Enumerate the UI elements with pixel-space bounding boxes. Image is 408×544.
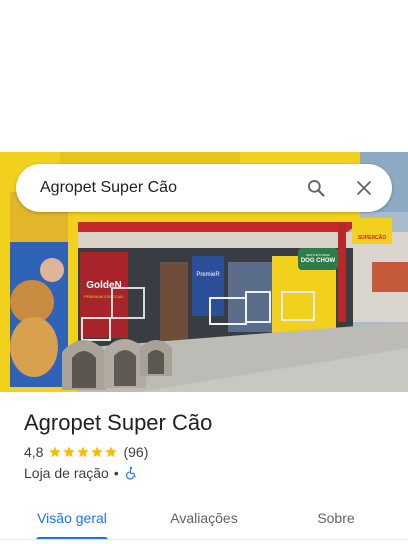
tabs-divider bbox=[0, 539, 408, 540]
tab-label: Avaliações bbox=[170, 510, 238, 526]
category-row: Loja de ração • bbox=[24, 465, 138, 481]
tab-label: Sobre bbox=[317, 510, 355, 526]
signage-dogchow: DOG CHOW bbox=[301, 258, 336, 264]
place-info-panel: Agropet Super Cão 4,8 (96) Loja de ração… bbox=[0, 392, 408, 544]
search-icon[interactable] bbox=[292, 164, 340, 212]
search-input[interactable]: Agropet Super Cão bbox=[16, 179, 292, 197]
signage-supercao: SUPERCÃO bbox=[358, 234, 386, 241]
reviews-count[interactable]: (96) bbox=[123, 444, 148, 460]
place-category: Loja de ração bbox=[24, 465, 109, 481]
rating-stars bbox=[48, 445, 118, 459]
tab-label: Visão geral bbox=[37, 510, 107, 526]
star-icon bbox=[63, 446, 76, 458]
star-icon bbox=[49, 446, 62, 458]
tab-bar: Visão geral Avaliações Sobre bbox=[0, 496, 408, 540]
signage-premier: PremieR bbox=[196, 272, 220, 278]
star-icon bbox=[91, 446, 104, 458]
map-blank-area bbox=[0, 0, 408, 152]
search-bar[interactable]: Agropet Super Cão bbox=[16, 164, 392, 212]
signage-golden-sub: PREMIUM ESPECIAL bbox=[84, 294, 124, 299]
separator-dot: • bbox=[113, 465, 119, 481]
signage-golden: GoldeN bbox=[86, 280, 122, 291]
star-icon bbox=[77, 446, 90, 458]
wheelchair-icon bbox=[125, 466, 136, 480]
rating-row[interactable]: 4,8 (96) bbox=[24, 444, 148, 460]
rating-value: 4,8 bbox=[24, 444, 44, 460]
tab-overview[interactable]: Visão geral bbox=[0, 496, 144, 540]
signage-dogchow-sub: NESTLÉ PURINA bbox=[306, 252, 330, 257]
close-icon[interactable] bbox=[340, 164, 388, 212]
star-icon bbox=[105, 446, 118, 458]
tab-reviews[interactable]: Avaliações bbox=[144, 496, 264, 540]
place-title: Agropet Super Cão bbox=[24, 410, 213, 435]
tab-about[interactable]: Sobre bbox=[264, 496, 408, 540]
